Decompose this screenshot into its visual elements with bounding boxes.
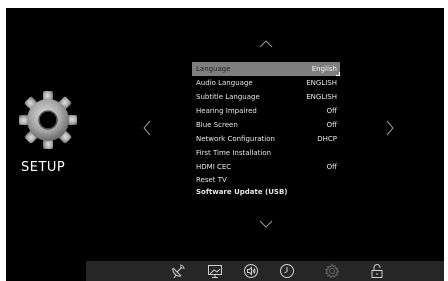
menu-item-label: Subtitle Language bbox=[196, 93, 260, 101]
satellite-dish-icon[interactable] bbox=[170, 263, 186, 279]
menu-item-label: Network Configuration bbox=[196, 135, 275, 143]
clock-icon[interactable] bbox=[279, 263, 295, 279]
tv-screen: SETUP Language English Audio Language EN… bbox=[6, 8, 444, 281]
menu-item-value: English bbox=[311, 65, 337, 73]
sound-icon[interactable] bbox=[243, 263, 259, 279]
menu-item-software-update[interactable]: Software Update (USB) bbox=[192, 186, 340, 198]
menu-item-first-time-installation[interactable]: First Time Installation bbox=[192, 146, 340, 160]
menu-item-audio-language[interactable]: Audio Language ENGLISH bbox=[192, 76, 340, 90]
settings-menu: Language English Audio Language ENGLISH … bbox=[192, 62, 340, 198]
menu-item-label: First Time Installation bbox=[196, 149, 272, 157]
chevron-up-icon[interactable] bbox=[259, 40, 273, 48]
menu-item-reset-tv[interactable]: Reset TV bbox=[192, 174, 340, 186]
picture-icon[interactable] bbox=[207, 263, 223, 279]
menu-item-blue-screen[interactable]: Blue Screen Off bbox=[192, 118, 340, 132]
chevron-left-icon[interactable] bbox=[143, 120, 151, 136]
menu-item-label: Reset TV bbox=[196, 176, 227, 184]
page-title: SETUP bbox=[21, 160, 66, 175]
menu-item-subtitle-language[interactable]: Subtitle Language ENGLISH bbox=[192, 90, 340, 104]
menu-item-label: Hearing Impaired bbox=[196, 107, 257, 115]
menu-item-value: ENGLISH bbox=[306, 93, 337, 101]
menu-item-network-configuration[interactable]: Network Configuration DHCP bbox=[192, 132, 340, 146]
menu-item-hearing-impaired[interactable]: Hearing Impaired Off bbox=[192, 104, 340, 118]
menu-item-label: Audio Language bbox=[196, 79, 253, 87]
chevron-right-icon[interactable] bbox=[386, 120, 394, 136]
menu-item-value: Off bbox=[326, 121, 337, 129]
gear-icon bbox=[18, 90, 78, 150]
menu-item-value: DHCP bbox=[317, 135, 337, 143]
lock-icon[interactable] bbox=[369, 263, 385, 279]
chevron-down-icon[interactable] bbox=[259, 220, 273, 228]
menu-item-value: ENGLISH bbox=[306, 79, 337, 87]
menu-item-label: HDMI CEC bbox=[196, 163, 232, 171]
menu-item-value: Off bbox=[326, 163, 337, 171]
menu-item-label: Software Update (USB) bbox=[196, 188, 288, 196]
settings-icon[interactable] bbox=[324, 263, 340, 279]
menu-item-label: Blue Screen bbox=[196, 121, 238, 129]
bottom-navigation-bar bbox=[86, 261, 444, 281]
menu-item-hdmi-cec[interactable]: HDMI CEC Off bbox=[192, 160, 340, 174]
menu-item-label: Language bbox=[196, 65, 231, 73]
menu-item-language[interactable]: Language English bbox=[192, 62, 340, 76]
menu-item-value: Off bbox=[326, 107, 337, 115]
